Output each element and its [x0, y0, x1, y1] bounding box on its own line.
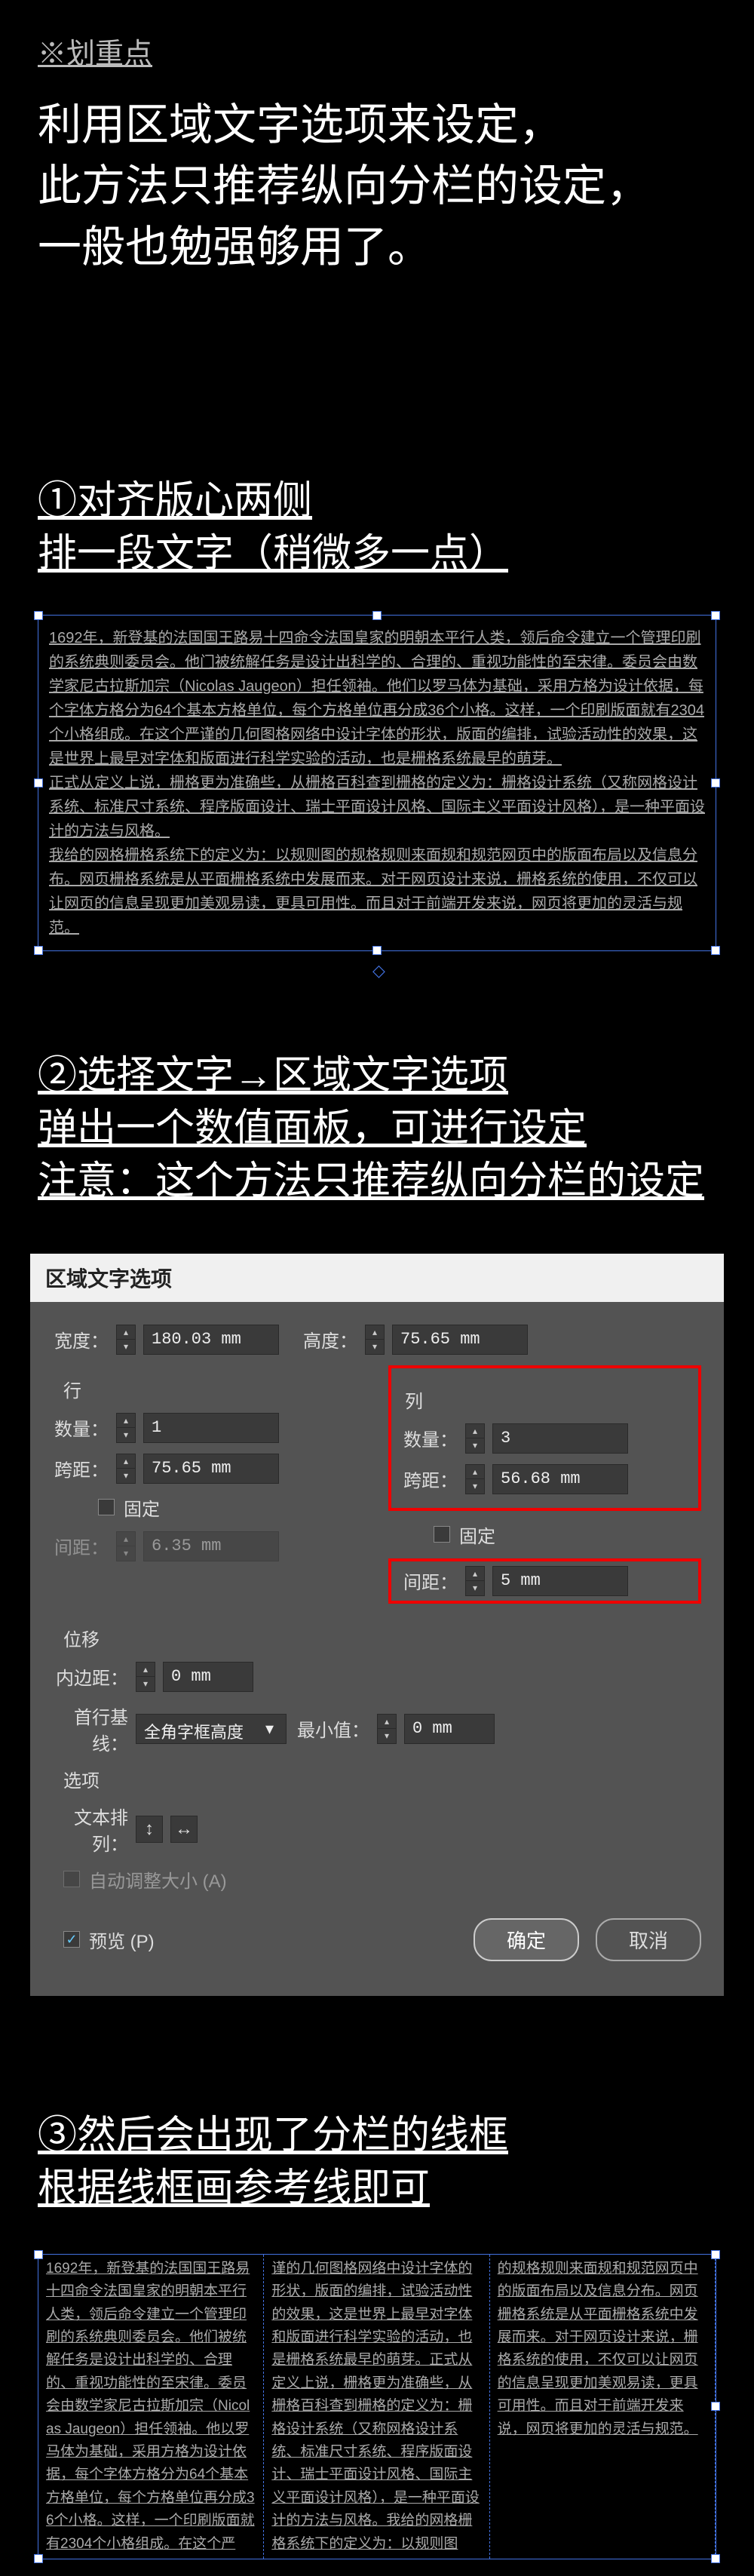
offset-section-label: 位移 — [63, 1625, 701, 1651]
text-flow-horizontal-button[interactable]: ↕ — [136, 1816, 163, 1843]
area-type-options-dialog: 区域文字选项 宽度： ▴▾ 高度： ▴▾ 行 数量： ▴▾ — [30, 1254, 724, 1996]
column-highlight-box: 列 数量： ▴▾ 跨距： ▴▾ — [388, 1365, 701, 1511]
min-spinner[interactable]: ▴▾ — [377, 1714, 397, 1744]
col-fixed-checkbox[interactable] — [434, 1526, 450, 1543]
chevron-down-icon: ▾ — [265, 1719, 274, 1739]
column-1: 1692年，新登基的法国国王路易十四命令法国皇家的明朝本平行人类，领后命令建立一… — [38, 2255, 264, 2559]
frame-handle[interactable] — [372, 946, 382, 955]
text-flow-vertical-button[interactable]: ↔ — [170, 1816, 198, 1843]
frame-handle[interactable] — [711, 778, 720, 788]
inset-label: 内边距： — [53, 1663, 128, 1690]
gutter-highlight-box: 间距： ▴▾ — [388, 1558, 701, 1604]
inset-input[interactable] — [163, 1662, 253, 1692]
col-count-input[interactable] — [492, 1423, 628, 1454]
step2-line1: ②选择文字→区域文字选项 — [0, 1049, 754, 1102]
frame-handle[interactable] — [372, 611, 382, 620]
row-gutter-spinner: ▴▾ — [116, 1531, 136, 1561]
cancel-button[interactable]: 取消 — [596, 1918, 701, 1961]
row-count-spinner[interactable]: ▴▾ — [116, 1413, 136, 1443]
frame-handle[interactable] — [711, 2250, 720, 2259]
text-frame-1[interactable]: 1692年，新登基的法国国王路易十四命令法国皇家的明朝本平行人类，领后命令建立一… — [38, 615, 716, 951]
col-gutter-label: 间距： — [402, 1567, 458, 1594]
step2-line2: 弹出一个数值面板，可进行设定 — [0, 1102, 754, 1155]
col-count-spinner[interactable]: ▴▾ — [465, 1423, 485, 1454]
frame-handle[interactable] — [711, 2402, 720, 2411]
width-label: 宽度： — [53, 1326, 109, 1352]
text-flow-label: 文本排列： — [53, 1803, 128, 1856]
min-input[interactable] — [404, 1714, 495, 1744]
frame-handle[interactable] — [34, 2250, 43, 2259]
col-section-label: 列 — [405, 1386, 688, 1413]
step2-line3: 注意：这个方法只推荐纵向分栏的设定 — [0, 1155, 754, 1230]
row-gutter-input — [143, 1531, 279, 1561]
height-label: 高度： — [302, 1326, 357, 1352]
row-span-label: 跨距： — [53, 1455, 109, 1481]
row-gutter-label: 间距： — [53, 1533, 109, 1559]
sample-body-text: 1692年，新登基的法国国王路易十四命令法国皇家的明朝本平行人类，领后命令建立一… — [49, 626, 705, 940]
column-3: 的规格规则来面规和规范网页中的版面布局以及信息分布。网页栅格系统是从平面栅格系统… — [490, 2255, 716, 2559]
col-gutter-spinner[interactable]: ▴▾ — [465, 1566, 485, 1596]
step1-line1: ①对齐版心两侧 — [0, 474, 754, 527]
inset-spinner[interactable]: ▴▾ — [136, 1662, 155, 1692]
frame-handle[interactable] — [711, 2554, 720, 2563]
col-fixed-label: 固定 — [459, 1521, 495, 1548]
preview-checkbox[interactable] — [63, 1931, 80, 1948]
frame-handle[interactable] — [34, 778, 43, 788]
frame-handle[interactable] — [34, 946, 43, 955]
frame-handle[interactable] — [711, 946, 720, 955]
step3-line1: ③然后会出现了分栏的线框 — [0, 2109, 754, 2162]
row-fixed-label: 固定 — [124, 1494, 160, 1521]
frame-handle[interactable] — [711, 611, 720, 620]
first-baseline-select[interactable]: 全角字框高度 ▾ — [136, 1714, 287, 1744]
main-tip: 利用区域文字选项来设定， 此方法只推荐纵向分栏的设定， 一般也勉强够用了。 — [0, 87, 754, 309]
step3-line2: 根据线框画参考线即可 — [0, 2162, 754, 2237]
width-input[interactable] — [143, 1325, 279, 1355]
row-count-input[interactable] — [143, 1413, 279, 1443]
width-spinner[interactable]: ▴▾ — [116, 1325, 136, 1355]
row-fixed-checkbox[interactable] — [98, 1499, 115, 1515]
heading-note: ※划重点 — [0, 0, 754, 87]
preview-label: 预览 (P) — [89, 1927, 155, 1953]
anchor-icon[interactable]: ◇ — [372, 961, 385, 981]
col-span-spinner[interactable]: ▴▾ — [465, 1464, 485, 1494]
frame-handle[interactable] — [34, 611, 43, 620]
auto-size-label: 自动调整大小 (A) — [89, 1866, 227, 1893]
auto-size-checkbox[interactable] — [63, 1871, 80, 1887]
row-span-input[interactable] — [143, 1454, 279, 1484]
frame-handle[interactable] — [34, 2554, 43, 2563]
dialog-title: 区域文字选项 — [30, 1254, 724, 1302]
first-baseline-label: 首行基线： — [53, 1702, 128, 1755]
columned-text-frame[interactable]: 1692年，新登基的法国国王路易十四命令法国皇家的明朝本平行人类，领后命令建立一… — [38, 2254, 716, 2559]
col-gutter-input[interactable] — [492, 1566, 628, 1596]
col-count-label: 数量： — [402, 1425, 458, 1451]
options-section-label: 选项 — [63, 1766, 701, 1792]
row-section-label: 行 — [63, 1376, 366, 1402]
col-span-label: 跨距： — [402, 1466, 458, 1492]
column-2: 谨的几何图格网络中设计字体的形状，版面的编排，试验活动性的效果，这是世界上最早对… — [264, 2255, 489, 2559]
height-spinner[interactable]: ▴▾ — [365, 1325, 385, 1355]
min-label: 最小值： — [294, 1715, 369, 1742]
ok-button[interactable]: 确定 — [474, 1918, 579, 1961]
height-input[interactable] — [392, 1325, 528, 1355]
col-span-input[interactable] — [492, 1464, 628, 1494]
row-count-label: 数量： — [53, 1414, 109, 1441]
row-span-spinner[interactable]: ▴▾ — [116, 1454, 136, 1484]
step1-line2: 排一段文字（稍微多一点） — [0, 527, 754, 603]
